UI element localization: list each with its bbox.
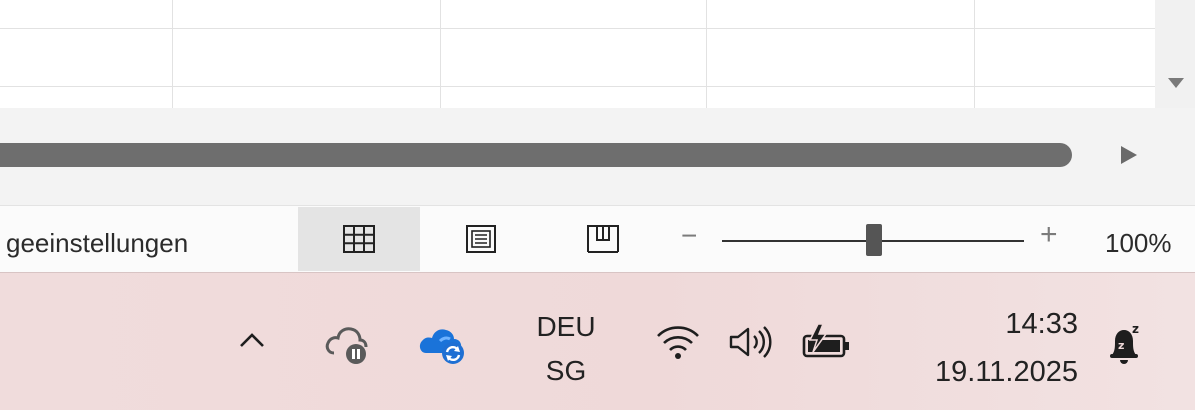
- keyboard-layout-code: SG: [545, 355, 587, 386]
- svg-text:z: z: [1118, 339, 1124, 352]
- battery-charging-icon: [802, 323, 849, 358]
- input-language-indicator[interactable]: DEU SG: [526, 305, 606, 393]
- clock-date: 19.11.2025: [935, 356, 1078, 388]
- zoom-out-button[interactable]: −: [681, 220, 697, 252]
- onedrive-paused-icon: [325, 327, 368, 364]
- page-break-preview-button[interactable]: [542, 207, 664, 271]
- zoom-slider-thumb[interactable]: [866, 224, 882, 256]
- scroll-down-arrow-icon[interactable]: [1168, 78, 1184, 88]
- onedrive-sync-button[interactable]: [416, 316, 472, 372]
- zoom-in-button[interactable]: +: [1040, 218, 1058, 252]
- chevron-up-icon: [240, 333, 264, 347]
- normal-view-button[interactable]: [298, 207, 420, 271]
- clock-time: 14:33: [1005, 308, 1078, 340]
- onedrive-paused-button[interactable]: [322, 316, 374, 372]
- network-button[interactable]: [650, 320, 706, 364]
- vertical-scrollbar[interactable]: [1155, 0, 1195, 108]
- volume-button[interactable]: [722, 320, 778, 364]
- grid-col-line: [172, 0, 173, 108]
- notifications-button[interactable]: z z: [1100, 318, 1150, 372]
- show-hidden-icons-button[interactable]: [230, 318, 274, 362]
- language-code: DEU: [536, 311, 596, 342]
- page-break-icon: [587, 225, 619, 253]
- system-clock[interactable]: 14:33 19.11.2025: [880, 300, 1078, 396]
- onedrive-syncing-icon: [419, 329, 464, 364]
- horizontal-scrollbar-thumb[interactable]: [0, 143, 1072, 167]
- volume-icon: [729, 326, 772, 358]
- wifi-icon: [657, 326, 699, 359]
- grid-view-icon: [343, 225, 375, 253]
- grid-col-line: [706, 0, 707, 108]
- scroll-right-arrow-icon[interactable]: [1121, 146, 1137, 164]
- grid-col-line: [974, 0, 975, 108]
- grid-row-line: [0, 28, 1155, 29]
- page-layout-view-button[interactable]: [420, 207, 542, 271]
- svg-text:z: z: [1132, 322, 1139, 336]
- page-settings-status[interactable]: geeinstellungen: [6, 228, 188, 259]
- page-layout-icon: [466, 225, 496, 253]
- zoom-level[interactable]: 100%: [1105, 228, 1172, 259]
- battery-button[interactable]: [795, 318, 857, 366]
- grid-row-line: [0, 86, 1155, 87]
- grid-col-line: [440, 0, 441, 108]
- worksheet-grid[interactable]: [0, 0, 1155, 108]
- notifications-dnd-icon: z z: [1110, 322, 1139, 364]
